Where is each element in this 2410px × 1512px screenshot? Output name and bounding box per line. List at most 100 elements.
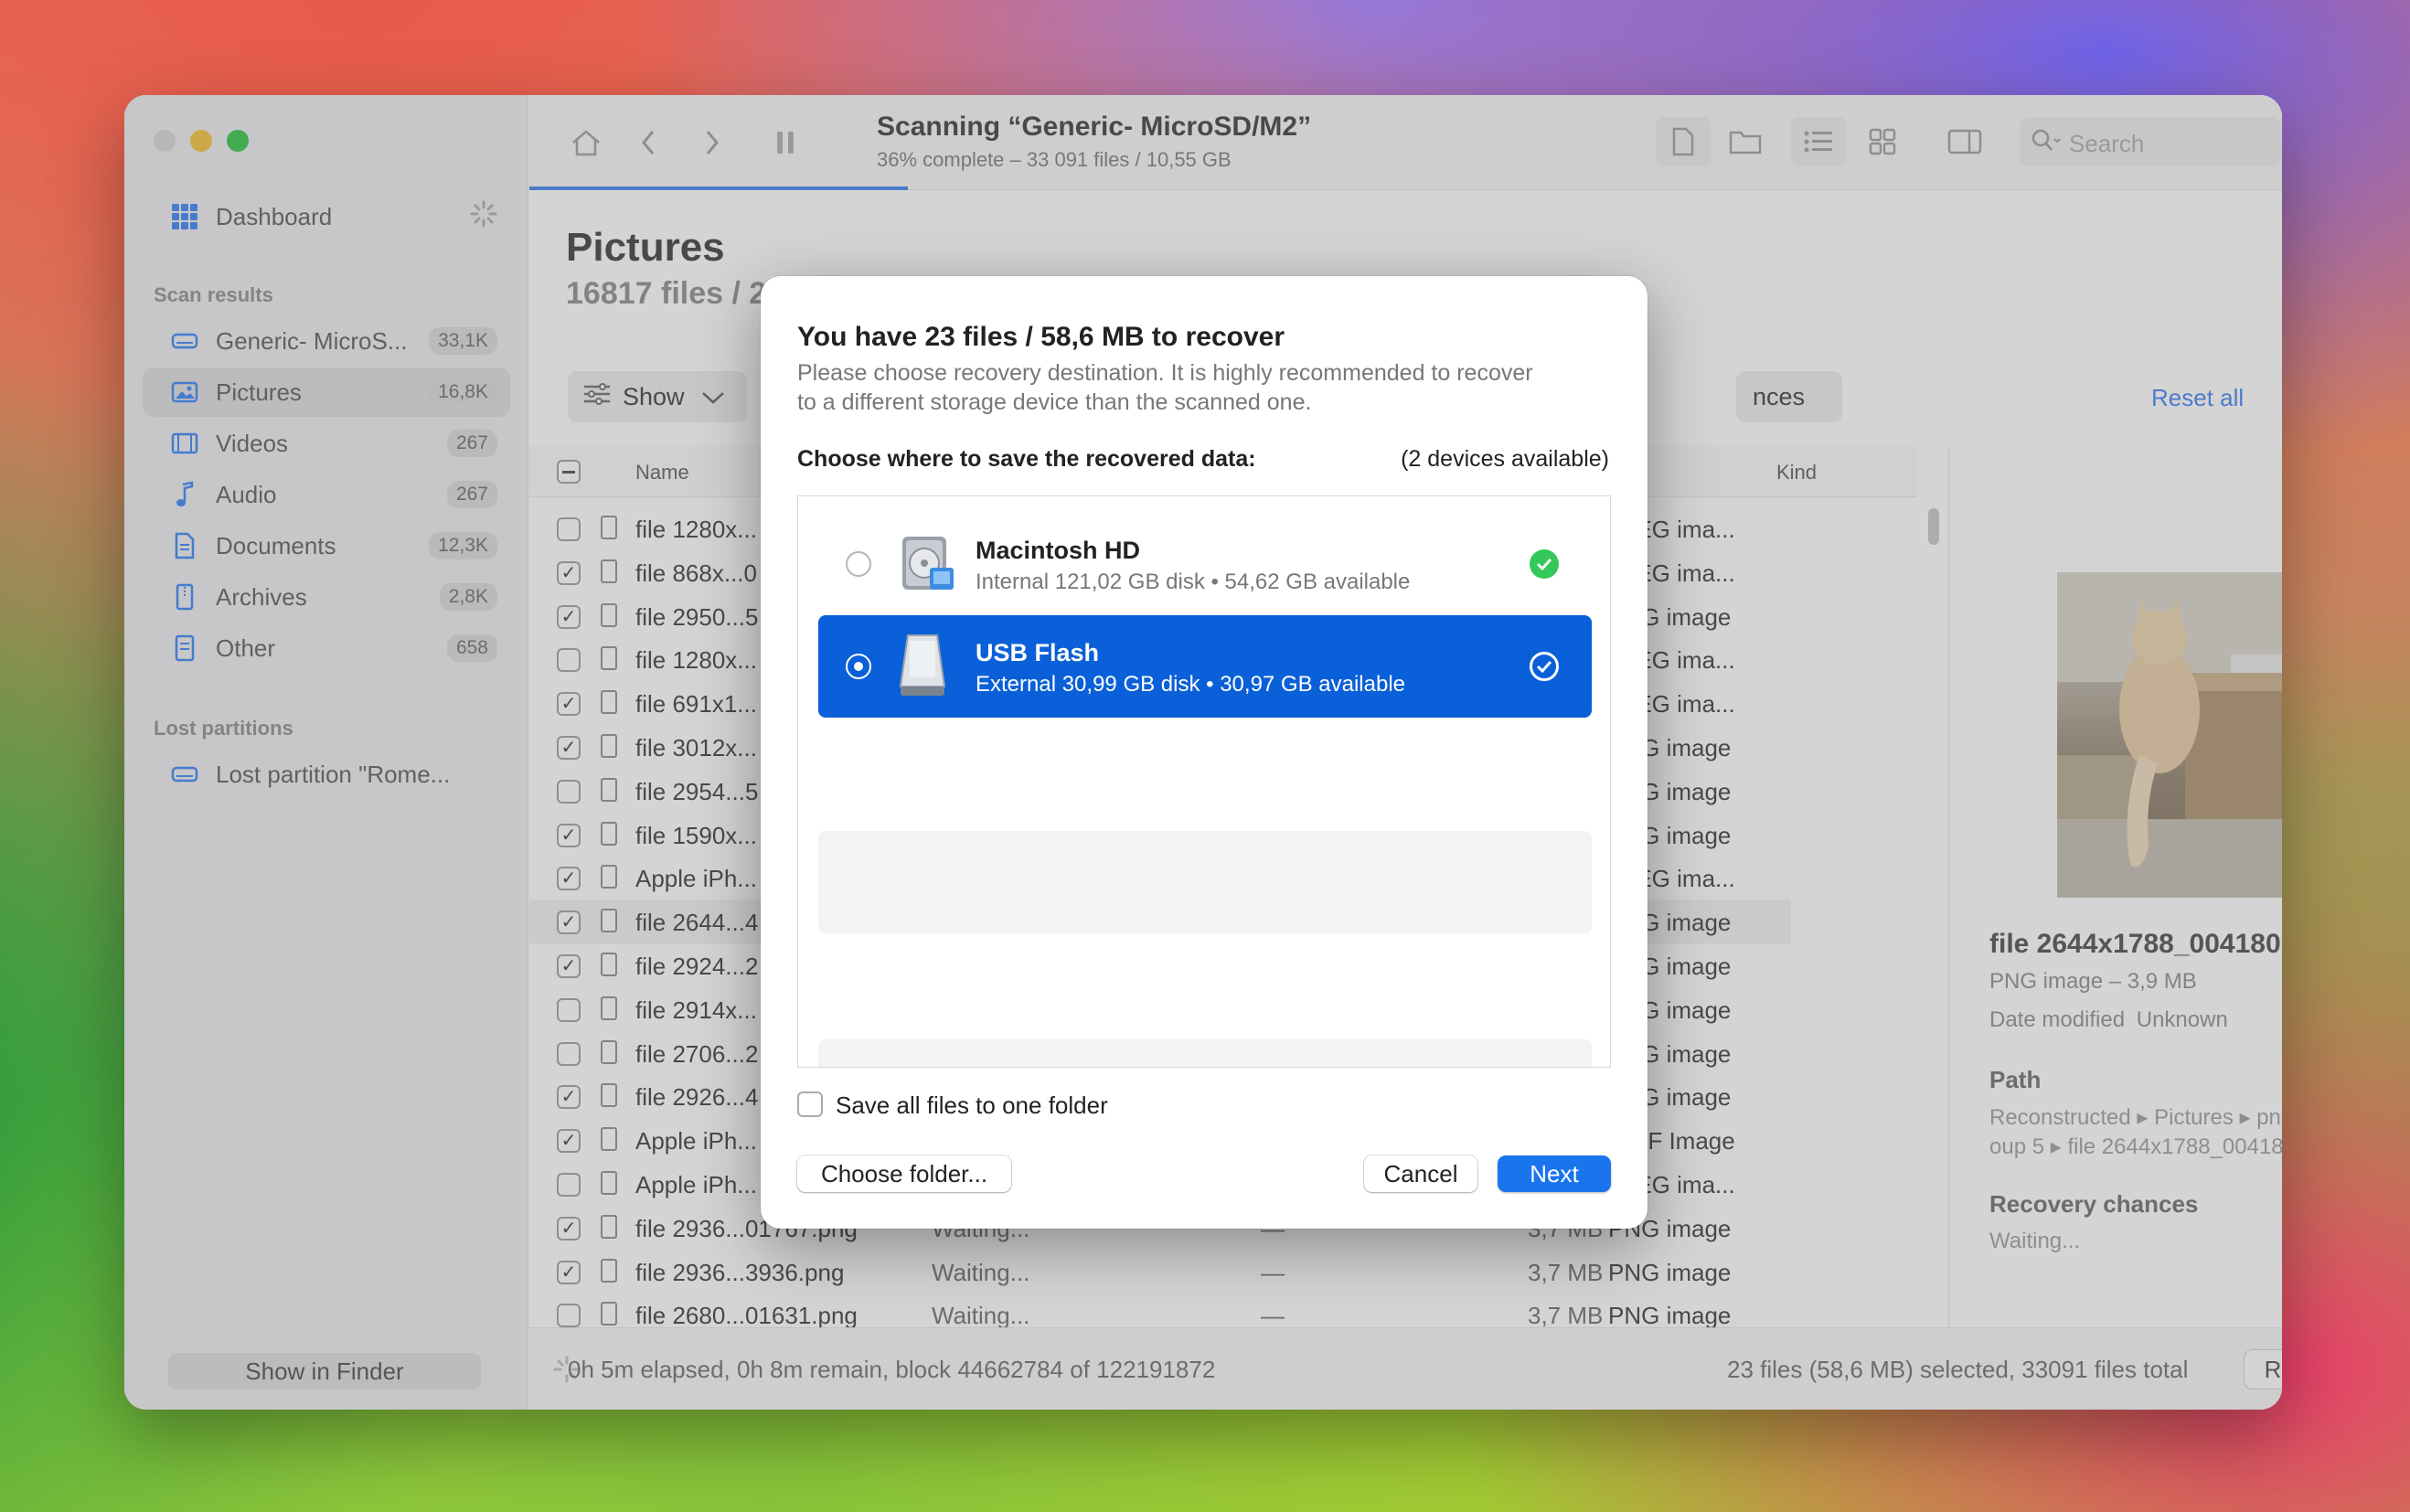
file-kind: PNG image	[1608, 1302, 1732, 1330]
grid-view-icon[interactable]	[1855, 117, 1910, 166]
file-icon	[601, 602, 617, 627]
scan-title: Scanning “Generic- MicroSD/M2”	[877, 112, 1312, 142]
sidebar-item-generic-microsd[interactable]: Generic- MicroS... 33,1K	[143, 316, 510, 366]
row-checkbox[interactable]: ✓	[557, 1085, 581, 1110]
recovery-chances-filter[interactable]: nces	[1736, 371, 1842, 422]
sidebar-item-documents[interactable]: Documents 12,3K	[143, 521, 510, 570]
audio-icon	[170, 480, 199, 509]
file-name: file 2926...4	[635, 1083, 759, 1112]
file-icon	[601, 1171, 617, 1195]
device-radio[interactable]	[846, 551, 871, 577]
table-row[interactable]: ✓ file 2936...3936.png Waiting... — 3,7 MB PN…	[529, 1250, 1791, 1294]
row-checkbox[interactable]: ✓	[557, 604, 581, 629]
forward-icon[interactable]	[694, 122, 730, 163]
count-badge: 267	[446, 481, 497, 508]
sidebar-item-audio[interactable]: Audio 267	[143, 470, 510, 519]
file-name: Apple iPh...	[635, 865, 757, 893]
file-kind: PNG image	[1608, 1258, 1732, 1286]
row-checkbox[interactable]	[557, 779, 581, 804]
row-checkbox[interactable]	[557, 648, 581, 673]
device-name: USB Flash	[976, 639, 1100, 666]
spinner-icon	[470, 200, 497, 234]
sidebar-item-dashboard[interactable]: Dashboard	[143, 192, 510, 241]
sidebar-item-videos[interactable]: Videos 267	[143, 419, 510, 468]
search-field[interactable]: Search	[2020, 117, 2281, 166]
search-icon	[2031, 128, 2062, 158]
preview-panel: file 2644x1788_004180.png PNG image – 3,…	[1948, 446, 2282, 1327]
row-checkbox[interactable]: ✓	[557, 692, 581, 717]
file-name: file 1280x...	[635, 646, 757, 675]
lost-partitions-heading: Lost partitions	[154, 717, 293, 740]
pictures-icon	[170, 378, 199, 407]
device-row-macintosh-hd[interactable]: Macintosh HD Internal 121,02 GB disk • 5…	[818, 513, 1592, 615]
row-checkbox[interactable]: ✓	[557, 736, 581, 760]
show-in-finder-button[interactable]: Show in Finder	[168, 1353, 481, 1390]
select-all-checkbox[interactable]	[557, 460, 581, 484]
file-size: 3,7 MB	[1528, 1258, 1604, 1286]
pause-icon[interactable]	[767, 122, 804, 163]
row-checkbox[interactable]: ✓	[557, 954, 581, 978]
home-icon[interactable]	[566, 122, 606, 163]
folder-view-icon[interactable]	[1718, 117, 1773, 166]
minimize-window-button[interactable]	[190, 130, 212, 152]
recover-button[interactable]: Recover	[2245, 1350, 2282, 1389]
row-checkbox[interactable]: ✓	[557, 1260, 581, 1284]
column-header-name[interactable]: Name	[635, 461, 689, 484]
archives-icon	[170, 582, 199, 612]
devices-available-count: (2 devices available)	[1401, 446, 1609, 472]
row-checkbox[interactable]	[557, 517, 581, 541]
save-one-folder-label[interactable]: Save all files to one folder	[836, 1091, 1108, 1120]
device-name: Macintosh HD	[976, 537, 1141, 564]
column-header-kind[interactable]: Kind	[1776, 461, 1817, 484]
file-icon	[601, 1302, 617, 1326]
file-icon	[601, 777, 617, 802]
sidebar-item-pictures[interactable]: Pictures 16,8K	[143, 367, 510, 417]
file-icon	[601, 734, 617, 758]
file-icon	[601, 646, 617, 671]
sidebar-item-archives[interactable]: Archives 2,8K	[143, 572, 510, 622]
row-checkbox[interactable]	[557, 997, 581, 1022]
device-row-usb-flash[interactable]: USB Flash External 30,99 GB disk • 30,97…	[818, 615, 1592, 718]
row-checkbox[interactable]	[557, 1304, 581, 1328]
row-checkbox[interactable]: ✓	[557, 1216, 581, 1240]
scrollbar-thumb[interactable]	[1928, 508, 1939, 545]
count-badge: 12,3K	[429, 532, 497, 559]
file-name: Apple iPh...	[635, 1127, 757, 1155]
grid-icon	[170, 202, 199, 231]
sliders-icon	[582, 382, 612, 412]
file-icon	[601, 1258, 617, 1283]
row-checkbox[interactable]: ✓	[557, 823, 581, 847]
date-value: Unknown	[2136, 1007, 2228, 1032]
row-checkbox[interactable]: ✓	[557, 1129, 581, 1154]
row-checkbox[interactable]: ✓	[557, 910, 581, 935]
row-checkbox[interactable]	[557, 1173, 581, 1197]
row-checkbox[interactable]: ✓	[557, 867, 581, 891]
list-view-icon[interactable]	[1791, 117, 1846, 166]
cancel-button[interactable]: Cancel	[1364, 1155, 1477, 1192]
file-name: file 2644...4	[635, 909, 759, 937]
preview-type: PNG image – 3,9 MB	[1989, 969, 2197, 994]
preview-filename: file 2644x1788_004180.png	[1989, 929, 2282, 959]
row-checkbox[interactable]: ✓	[557, 560, 581, 585]
device-radio-selected[interactable]	[846, 654, 871, 679]
back-icon[interactable]	[630, 122, 666, 163]
dialog-description-line-2: to a different storage device than the s…	[797, 389, 1312, 415]
show-label: Show	[623, 382, 685, 410]
sidebar-item-lost-partition[interactable]: Lost partition "Rome...	[143, 750, 510, 799]
show-filter-button[interactable]: Show	[568, 371, 747, 422]
dialog-title: You have 23 files / 58,6 MB to recover	[797, 322, 1285, 352]
zoom-window-button[interactable]	[227, 130, 249, 152]
file-view-icon[interactable]	[1656, 117, 1711, 166]
preview-panel-icon[interactable]	[1937, 117, 1992, 166]
path-heading: Path	[1989, 1066, 2042, 1093]
device-details: External 30,99 GB disk • 30,97 GB availa…	[976, 672, 1406, 697]
sidebar-item-other[interactable]: Other 658	[143, 623, 510, 673]
row-checkbox[interactable]	[557, 1041, 581, 1066]
close-window-button[interactable]	[154, 130, 176, 152]
next-button[interactable]: Next	[1498, 1155, 1611, 1192]
file-name: file 1590x...	[635, 821, 757, 849]
save-one-folder-checkbox[interactable]	[797, 1091, 823, 1117]
reset-all-link[interactable]: Reset all	[2151, 384, 2244, 412]
file-icon	[601, 559, 617, 583]
choose-folder-button[interactable]: Choose folder...	[797, 1155, 1011, 1192]
